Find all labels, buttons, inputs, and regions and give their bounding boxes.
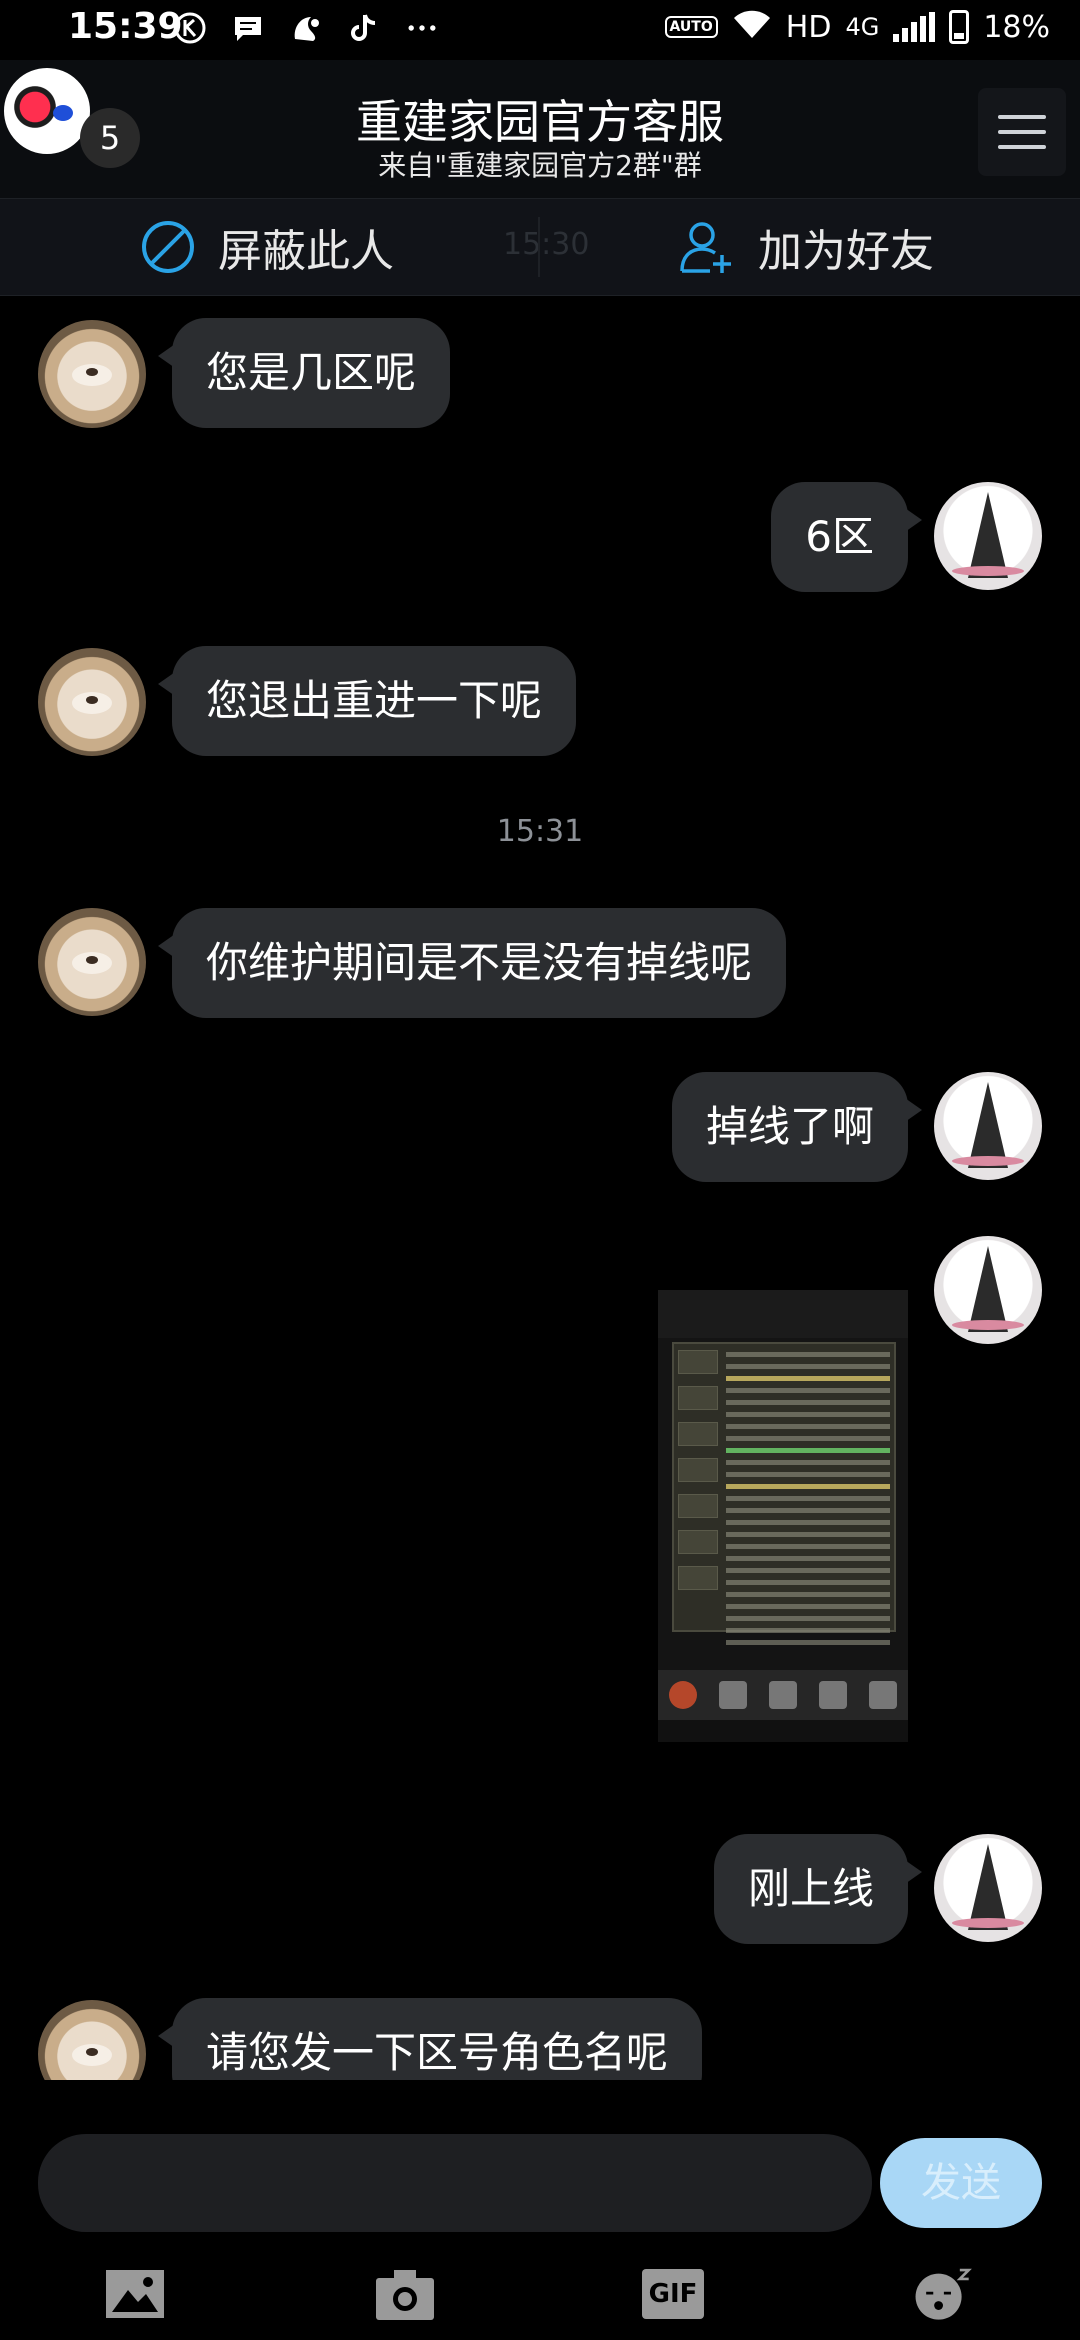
contact-avatar[interactable] <box>38 648 146 756</box>
gif-icon[interactable]: GIF <box>642 2266 704 2322</box>
image-icon[interactable] <box>104 2266 166 2322</box>
stranger-action-bar: 屏蔽此人 15:30 加为好友 <box>0 198 1080 296</box>
my-avatar[interactable] <box>934 1072 1042 1180</box>
my-avatar[interactable] <box>934 1834 1042 1942</box>
shared-screenshot-image[interactable] <box>658 1290 908 1742</box>
menu-icon <box>998 115 1046 119</box>
block-icon <box>142 221 194 273</box>
message-bubble[interactable]: 6区 <box>771 482 922 592</box>
wifi-icon <box>732 8 772 46</box>
divider <box>538 217 540 277</box>
contact-avatar[interactable] <box>38 2000 146 2080</box>
block-user-label: 屏蔽此人 <box>218 226 394 277</box>
message-bubble[interactable]: 请您发一下区号角色名呢 <box>157 1998 703 2080</box>
chat-subtitle: 来自"重建家园官方2群"群 <box>378 149 702 182</box>
send-button[interactable]: 发送 <box>880 2138 1042 2228</box>
k-icon <box>172 10 208 46</box>
chat-title: 重建家园官方客服 <box>356 95 724 149</box>
more-dots-icon <box>404 10 440 46</box>
status-time: 15:39 <box>68 6 183 47</box>
add-friend-button[interactable]: 加为好友 <box>676 199 934 295</box>
message-bubble[interactable]: 你维护期间是不是没有掉线呢 <box>157 908 787 1018</box>
uc-browser-icon <box>288 10 324 46</box>
tiktok-icon <box>346 10 382 46</box>
add-friend-label: 加为好友 <box>758 226 934 277</box>
menu-button[interactable] <box>978 88 1066 176</box>
composer-toolbar: GIF <box>0 2256 1080 2336</box>
contact-avatar[interactable] <box>38 320 146 428</box>
contact-avatar[interactable] <box>38 908 146 1016</box>
4g-label: 4G <box>845 13 880 41</box>
message-bubble[interactable]: 您是几区呢 <box>157 318 451 428</box>
message-timestamp: 15:31 <box>496 814 584 849</box>
message-bubble[interactable]: 您退出重进一下呢 <box>157 646 577 756</box>
message-bubble[interactable]: 刚上线 <box>713 1834 923 1944</box>
message-icon <box>230 10 266 46</box>
my-avatar[interactable] <box>934 1236 1042 1344</box>
battery-percent: 18% <box>983 9 1050 45</box>
block-user-button[interactable]: 屏蔽此人 <box>140 199 394 295</box>
status-bar: 15:39 AUTO HD 4G 18% <box>0 0 1080 60</box>
composer: 发送 GIF <box>0 2080 1080 2340</box>
camera-icon[interactable] <box>374 2266 436 2322</box>
signal-icon <box>893 12 936 42</box>
emoji-icon[interactable] <box>912 2266 974 2322</box>
gif-label: GIF <box>642 2269 704 2319</box>
message-input[interactable] <box>38 2134 872 2232</box>
auto-icon: AUTO <box>664 16 718 38</box>
add-friend-icon <box>680 222 731 273</box>
message-bubble[interactable]: 掉线了啊 <box>671 1072 923 1182</box>
my-avatar[interactable] <box>934 482 1042 590</box>
ghost-timestamp: 15:30 <box>503 227 590 262</box>
battery-icon <box>949 10 970 44</box>
hd-label: HD <box>785 9 832 45</box>
chat-header: 5 重建家园官方客服 来自"重建家园官方2群"群 <box>0 60 1080 198</box>
